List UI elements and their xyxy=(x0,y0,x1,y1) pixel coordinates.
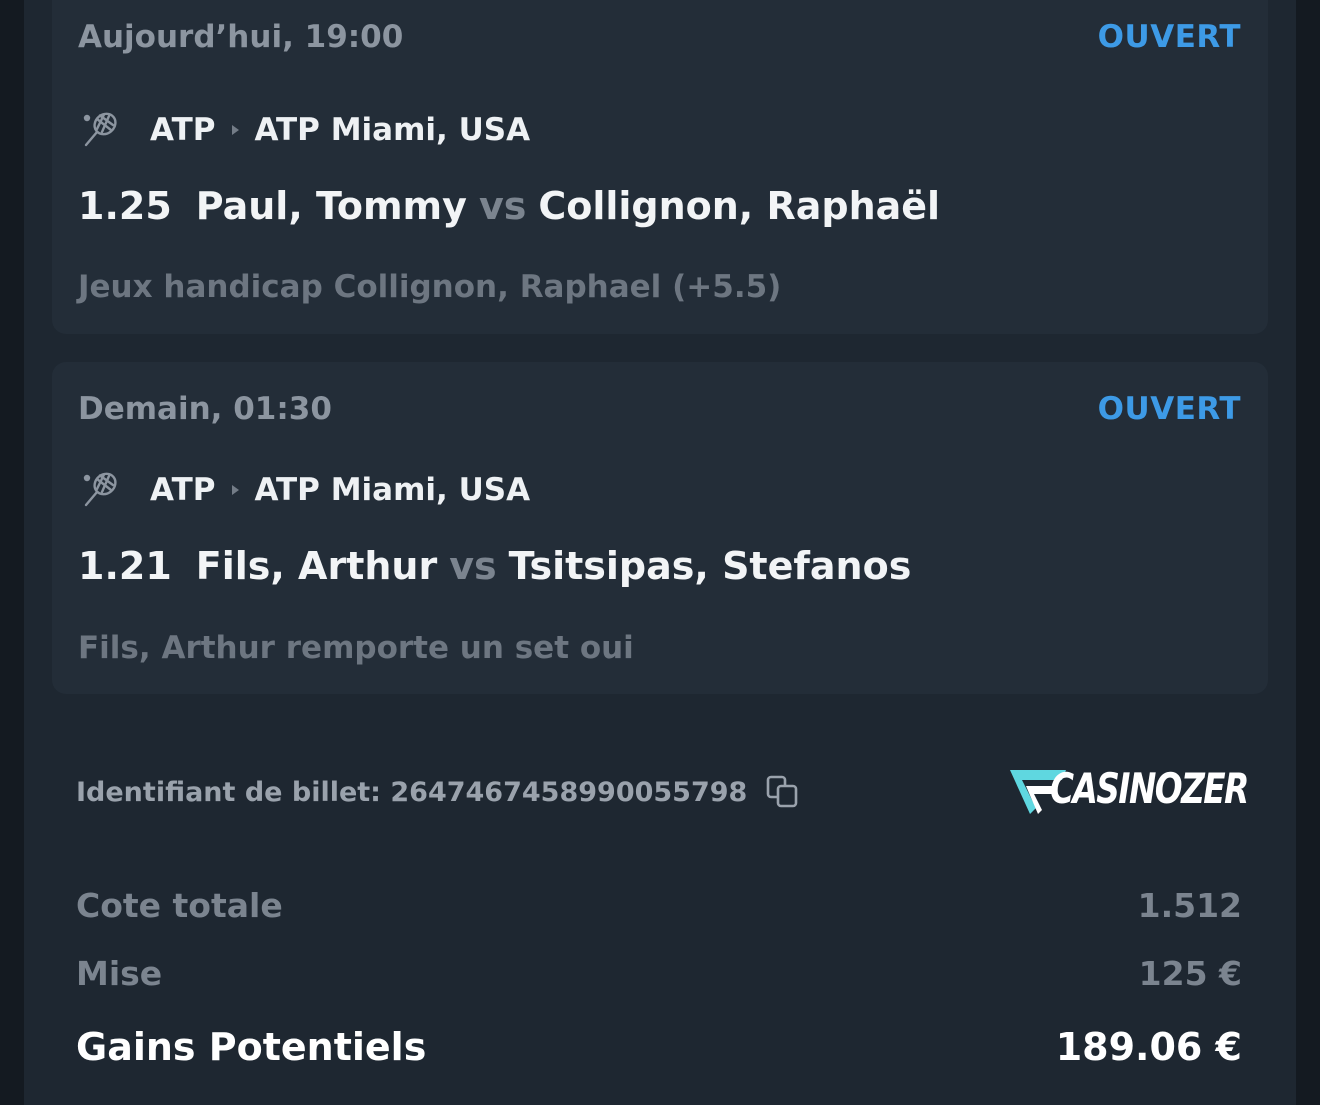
tennis-racket-icon xyxy=(83,112,117,147)
copy-icon[interactable] xyxy=(765,774,801,810)
league-breadcrumb: ATP ATP Miami, USA xyxy=(78,108,530,152)
tournament-name: ATP Miami, USA xyxy=(254,472,531,508)
logo-wordmark: CASINOZER xyxy=(1050,764,1249,813)
tennis-racket-icon xyxy=(83,472,117,507)
league-name: ATP xyxy=(150,112,216,148)
away-player: Collignon, Raphaël xyxy=(538,184,941,228)
bet-card[interactable]: Aujourd’hui, 19:00 OUVERT ATP ATP Miami,… xyxy=(52,0,1268,334)
selection-odd: 1.25 xyxy=(78,184,172,228)
away-player: Tsitsipas, Stefanos xyxy=(508,544,912,588)
versus-label: vs xyxy=(449,544,497,588)
total-odds-value: 1.512 xyxy=(1137,886,1242,925)
total-odds-label: Cote totale xyxy=(76,886,283,925)
match-line: 1.25 Paul, Tommy vs Collignon, Raphaël xyxy=(78,184,940,228)
potential-gains-value: 189.06 € xyxy=(1055,1025,1242,1069)
chevron-right-icon xyxy=(232,125,240,135)
selection-odd: 1.21 xyxy=(78,544,172,588)
ticket-id-label: Identifiant de billet: 26474674589900557… xyxy=(76,776,748,808)
match-line: 1.21 Fils, Arthur vs Tsitsipas, Stefanos xyxy=(78,544,911,588)
event-time: Demain, 01:30 xyxy=(78,391,332,427)
bet-market: Jeux handicap Collignon, Raphael (+5.5) xyxy=(78,269,782,305)
ticket-id-row: Identifiant de billet: 26474674589900557… xyxy=(76,772,801,812)
versus-label: vs xyxy=(478,184,527,228)
bet-card[interactable]: Demain, 01:30 OUVERT ATP ATP Miami, USA … xyxy=(52,362,1268,694)
bet-slip-panel: Aujourd’hui, 19:00 OUVERT ATP ATP Miami,… xyxy=(24,0,1296,1105)
stake-label: Mise xyxy=(76,954,163,993)
home-player: Paul, Tommy xyxy=(195,184,467,228)
chevron-right-icon xyxy=(232,485,240,495)
tournament-name: ATP Miami, USA xyxy=(254,112,531,148)
bet-market: Fils, Arthur remporte un set oui xyxy=(78,630,634,666)
home-player: Fils, Arthur xyxy=(195,544,438,588)
league-name: ATP xyxy=(150,472,216,508)
casinozer-logo: CASINOZER xyxy=(1008,762,1249,820)
potential-gains-label: Gains Potentiels xyxy=(76,1025,427,1069)
league-breadcrumb: ATP ATP Miami, USA xyxy=(78,468,530,512)
stake-value: 125 € xyxy=(1138,954,1242,993)
bet-status-badge: OUVERT xyxy=(1097,391,1241,427)
event-time: Aujourd’hui, 19:00 xyxy=(78,19,404,55)
bet-status-badge: OUVERT xyxy=(1097,19,1241,55)
